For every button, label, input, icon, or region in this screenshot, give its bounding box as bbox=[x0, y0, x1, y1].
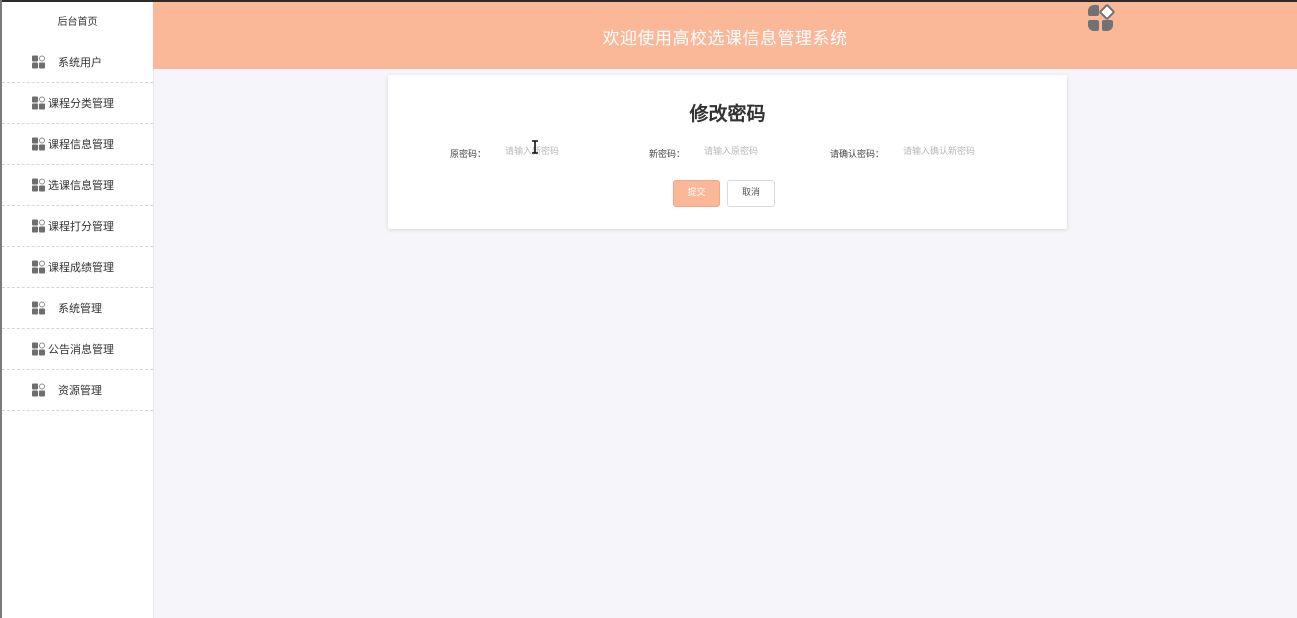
change-password-card: 修改密码 原密码： 新密码： 请确认密码： 提交 取消 bbox=[388, 75, 1067, 229]
sidebar-item-label: 公告消息管理 bbox=[48, 343, 114, 356]
menu-grid-icon bbox=[32, 137, 45, 151]
sidebar: 后台首页 系统用户 课程分类管理 课程信息管理 选课信息管理 课程打分管理 课程… bbox=[2, 2, 154, 618]
menu-grid-icon bbox=[32, 178, 45, 192]
app-window: 后台首页 系统用户 课程分类管理 课程信息管理 选课信息管理 课程打分管理 课程… bbox=[0, 0, 1297, 618]
sidebar-item-label: 课程成绩管理 bbox=[48, 261, 114, 274]
new-password-input[interactable] bbox=[704, 141, 814, 163]
sidebar-item-label: 资源管理 bbox=[58, 384, 102, 397]
sidebar-item-course-grades[interactable]: 课程成绩管理 bbox=[2, 247, 153, 288]
menu-grid-icon bbox=[32, 96, 45, 110]
menu-grid-icon bbox=[32, 55, 45, 69]
form-title: 修改密码 bbox=[689, 103, 766, 125]
text-cursor-icon bbox=[532, 140, 538, 154]
sidebar-item-resources[interactable]: 资源管理 bbox=[2, 370, 153, 411]
sidebar-item-course-category[interactable]: 课程分类管理 bbox=[2, 83, 153, 124]
menu-grid-icon bbox=[32, 301, 45, 315]
sidebar-home-link[interactable]: 后台首页 bbox=[2, 13, 153, 28]
page-title: 欢迎使用高校选课信息管理系统 bbox=[602, 29, 848, 49]
cancel-button[interactable]: 取消 bbox=[727, 180, 775, 207]
confirm-password-input[interactable] bbox=[903, 141, 1033, 163]
old-password-input[interactable] bbox=[505, 141, 615, 163]
sidebar-item-label: 选课信息管理 bbox=[48, 179, 114, 192]
sidebar-item-course-selection[interactable]: 选课信息管理 bbox=[2, 165, 153, 206]
menu-grid-icon bbox=[32, 219, 45, 233]
sidebar-item-label: 系统用户 bbox=[58, 56, 102, 69]
new-password-label: 新密码： bbox=[649, 150, 686, 160]
menu-grid-icon bbox=[32, 383, 45, 397]
sidebar-item-course-rating[interactable]: 课程打分管理 bbox=[2, 206, 153, 247]
sidebar-item-label: 系统管理 bbox=[58, 302, 102, 315]
apps-grid-icon[interactable] bbox=[1088, 3, 1116, 31]
menu-grid-icon bbox=[32, 342, 45, 356]
old-password-label: 原密码： bbox=[450, 150, 487, 160]
sidebar-item-course-info[interactable]: 课程信息管理 bbox=[2, 124, 153, 165]
submit-button[interactable]: 提交 bbox=[673, 180, 720, 207]
confirm-password-label: 请确认密码： bbox=[830, 150, 885, 160]
sidebar-item-system-management[interactable]: 系统管理 bbox=[2, 288, 153, 329]
sidebar-item-system-users[interactable]: 系统用户 bbox=[2, 42, 153, 83]
sidebar-item-label: 课程分类管理 bbox=[48, 97, 114, 110]
sidebar-item-label: 课程信息管理 bbox=[48, 138, 114, 151]
menu-grid-icon bbox=[32, 260, 45, 274]
sidebar-item-label: 课程打分管理 bbox=[48, 220, 114, 233]
top-header: 欢迎使用高校选课信息管理系统 bbox=[153, 2, 1297, 69]
sidebar-item-announcements[interactable]: 公告消息管理 bbox=[2, 329, 153, 370]
